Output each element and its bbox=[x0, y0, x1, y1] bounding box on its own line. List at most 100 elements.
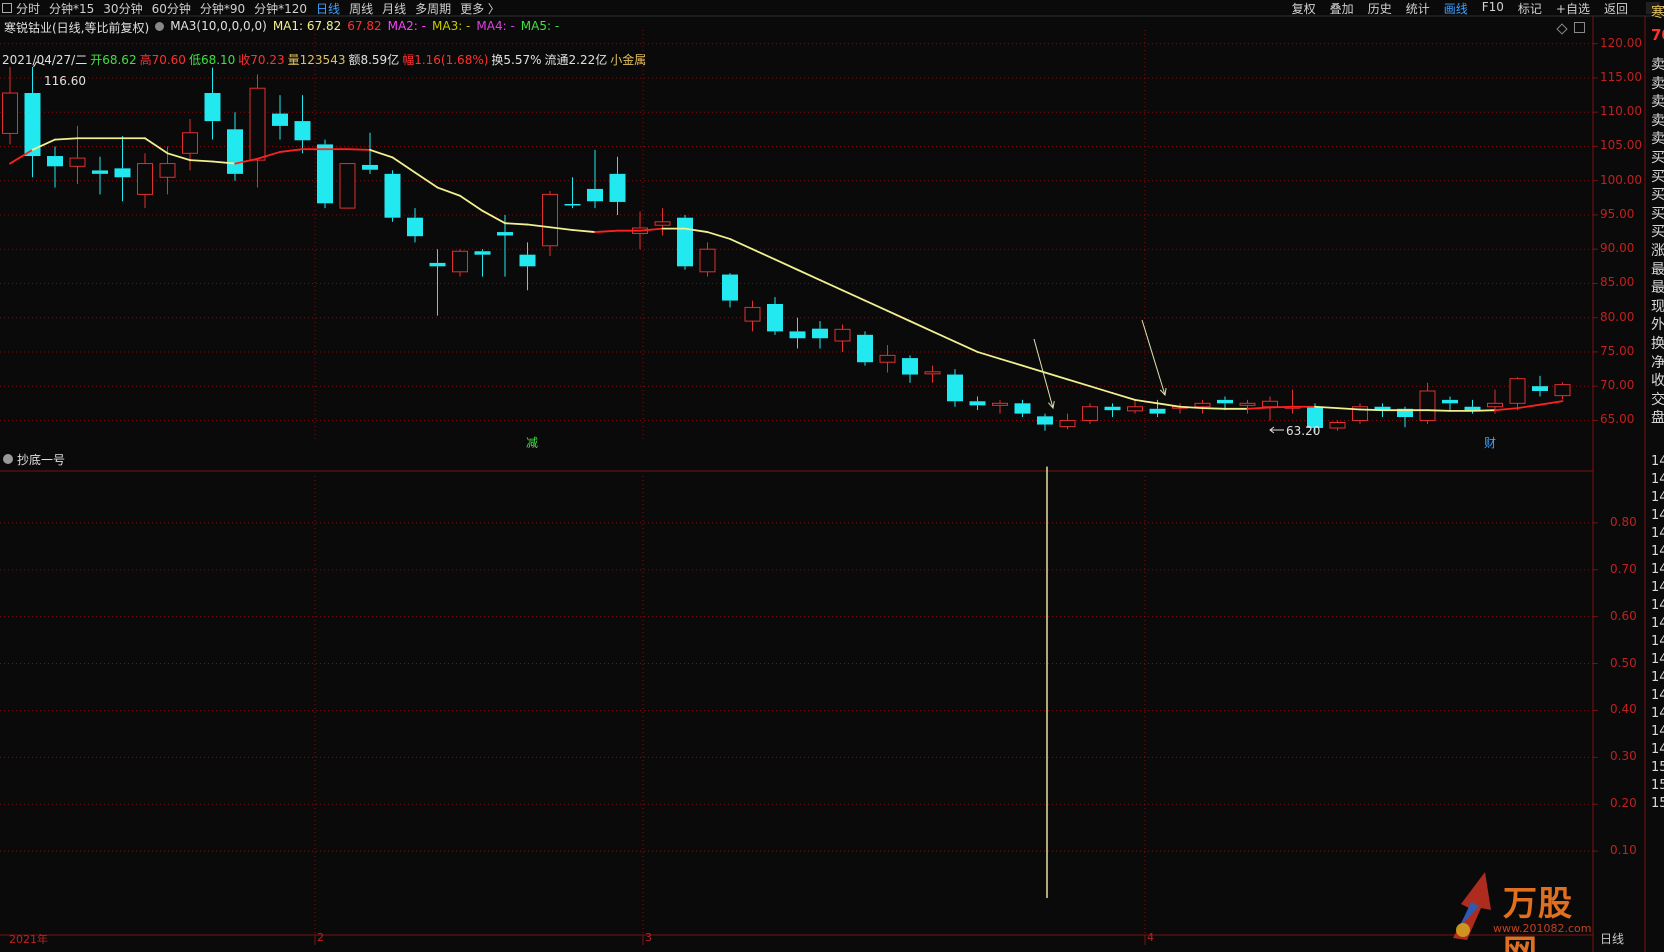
side-trade-time: 15 bbox=[1651, 796, 1664, 811]
candle-down bbox=[1014, 403, 1031, 414]
candle-up bbox=[1509, 378, 1526, 404]
side-trade-time: 14 bbox=[1651, 562, 1664, 577]
price-tick-label: 85.00 bbox=[1600, 275, 1635, 290]
price-tick-label: 90.00 bbox=[1600, 241, 1635, 256]
candle-up bbox=[699, 248, 716, 273]
ma-line-segment bbox=[1359, 408, 1384, 412]
watermark-text: 万股网 bbox=[1503, 884, 1573, 952]
side-trade-time: 14 bbox=[1651, 742, 1664, 757]
ma-line-segment bbox=[1111, 392, 1136, 401]
candle-down bbox=[1104, 406, 1121, 411]
ma-line-segment bbox=[1494, 407, 1519, 412]
candle-up bbox=[1194, 402, 1211, 408]
drawn-arrow bbox=[1141, 319, 1166, 396]
candle-down bbox=[114, 168, 131, 178]
price-tick-label: 65.00 bbox=[1600, 412, 1635, 427]
candle-up bbox=[1082, 406, 1098, 421]
date-tick-label: 4 bbox=[1147, 931, 1154, 944]
side-quote-label: 买 bbox=[1651, 187, 1664, 204]
candle-down bbox=[767, 304, 783, 332]
candle-up bbox=[1262, 400, 1278, 408]
candle-up bbox=[182, 132, 198, 154]
ma-line-segment bbox=[1089, 385, 1114, 394]
candle-up bbox=[452, 250, 468, 273]
high-price-label: 116.60 bbox=[44, 74, 86, 88]
candle-down bbox=[474, 251, 491, 255]
candle-down bbox=[677, 217, 693, 267]
price-tick-label: 105.00 bbox=[1600, 138, 1642, 153]
lower-tick-label: 0.70 bbox=[1610, 561, 1637, 576]
ma-line-segment bbox=[1539, 400, 1564, 406]
ma-line-segment bbox=[1269, 405, 1294, 409]
side-quote-label: 换 bbox=[1651, 336, 1664, 352]
candle-down bbox=[812, 328, 828, 339]
ma-line-segment bbox=[909, 320, 934, 333]
ma-line-segment bbox=[1201, 407, 1226, 410]
side-quote-label: 卖 bbox=[1651, 112, 1664, 129]
side-trade-time: 14 bbox=[1651, 508, 1664, 523]
candle-down bbox=[92, 170, 108, 174]
event-marker-finance[interactable]: 财 bbox=[1484, 434, 1496, 451]
lower-panel-title[interactable]: 抄底一号 bbox=[17, 451, 65, 468]
candle-down bbox=[969, 401, 986, 406]
event-marker-reduce[interactable]: 减 bbox=[526, 434, 538, 451]
stock-chart-app: 分时 分钟*15 30分钟 60分钟 分钟*90 分钟*120 日线 周线 月线 多周期 更多 〉 … bbox=[0, 0, 1664, 952]
candlestick-chart[interactable] bbox=[0, 0, 1664, 952]
ma-line-segment bbox=[954, 340, 979, 353]
candle-up bbox=[834, 328, 851, 342]
side-trade-time: 14 bbox=[1651, 526, 1664, 541]
lower-tick-label: 0.80 bbox=[1610, 514, 1637, 529]
ma-line-segment bbox=[9, 148, 34, 165]
ma-line-segment bbox=[864, 299, 889, 312]
ma-line-segment bbox=[841, 289, 866, 302]
candle-up bbox=[159, 163, 176, 178]
ma-line-segment bbox=[1156, 402, 1181, 408]
side-quote-label: 买 bbox=[1651, 150, 1664, 166]
candle-down bbox=[1217, 399, 1233, 404]
candle-down bbox=[362, 164, 378, 170]
candle-down bbox=[609, 173, 626, 202]
side-trade-time: 14 bbox=[1651, 544, 1664, 559]
side-trade-time: 14 bbox=[1651, 580, 1664, 595]
price-tick-label: 80.00 bbox=[1600, 309, 1635, 324]
candle-up bbox=[542, 193, 558, 247]
ma-line-segment bbox=[144, 137, 169, 155]
price-tick-label: 110.00 bbox=[1600, 104, 1642, 119]
date-tick-label: 2021年 bbox=[9, 933, 48, 946]
ma-line-segment bbox=[706, 231, 731, 240]
side-trade-time: 14 bbox=[1651, 472, 1664, 487]
candle-down bbox=[789, 331, 806, 339]
side-trade-time: 15 bbox=[1651, 760, 1664, 775]
candle-up bbox=[2, 92, 18, 134]
side-quote-label: 买 bbox=[1651, 224, 1664, 241]
lower-tick-label: 0.50 bbox=[1610, 655, 1637, 670]
side-trade-time: 14 bbox=[1651, 598, 1664, 613]
side-quote-label: 卖 bbox=[1651, 57, 1664, 73]
side-trade-time: 14 bbox=[1651, 724, 1664, 739]
candle-up bbox=[1239, 402, 1256, 406]
side-trade-time: 14 bbox=[1651, 634, 1664, 649]
candle-down bbox=[564, 203, 581, 206]
candle-up bbox=[1059, 419, 1076, 428]
ma-line-segment bbox=[436, 186, 461, 197]
candle-down bbox=[429, 262, 446, 267]
candle-down bbox=[1532, 386, 1548, 391]
ma-line-segment bbox=[369, 148, 394, 159]
candle-down bbox=[947, 374, 963, 402]
price-tick-label: 95.00 bbox=[1600, 206, 1635, 221]
watermark-url: www.201082.com bbox=[1493, 922, 1592, 935]
ma-line-segment bbox=[1426, 409, 1451, 412]
side-trade-time: 14 bbox=[1651, 688, 1664, 703]
price-tick-label: 115.00 bbox=[1600, 69, 1642, 84]
ma-line-segment bbox=[1246, 406, 1271, 410]
ma-line-segment bbox=[459, 194, 484, 212]
indicator-settings-icon[interactable] bbox=[3, 454, 13, 464]
ma-line-segment bbox=[1471, 409, 1496, 412]
ma-line-segment bbox=[54, 137, 79, 141]
candle-down bbox=[857, 334, 873, 363]
candle-down bbox=[227, 129, 243, 174]
ma-line-segment bbox=[729, 238, 754, 251]
candle-up bbox=[249, 87, 266, 161]
candle-down bbox=[1442, 399, 1458, 404]
candle-up bbox=[69, 157, 86, 167]
